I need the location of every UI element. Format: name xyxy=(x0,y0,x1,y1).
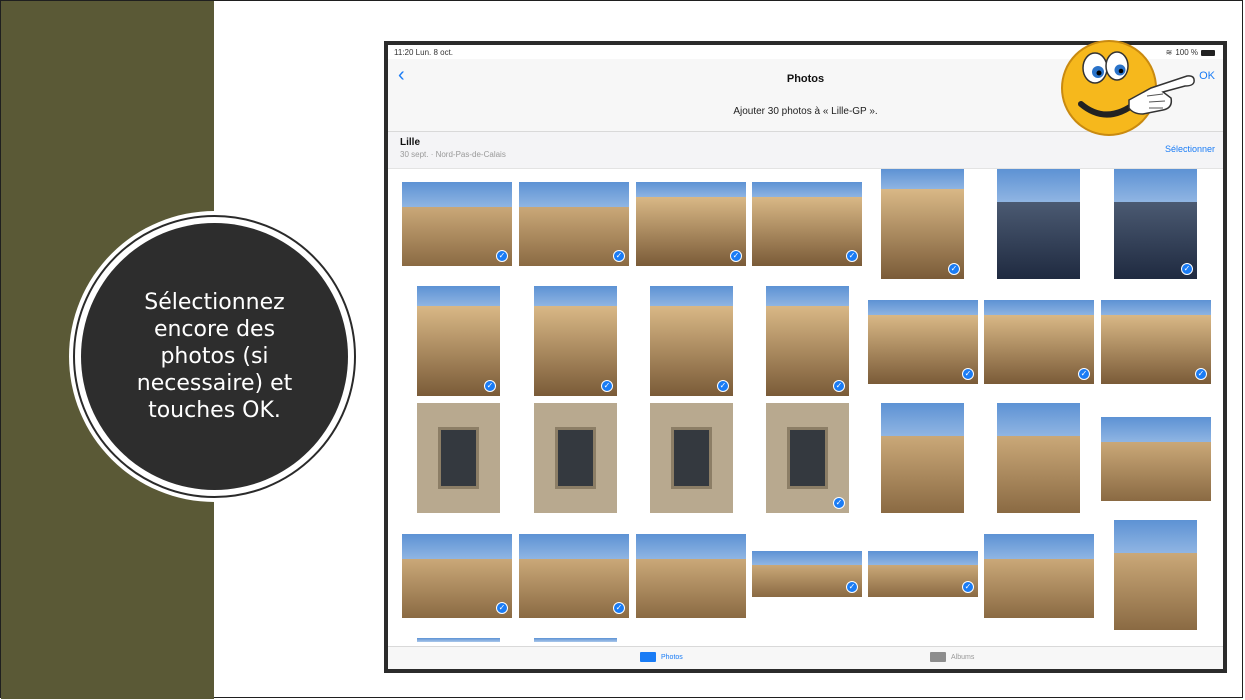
photo-thumbnail[interactable] xyxy=(534,638,617,646)
moment-title: Lille xyxy=(400,137,421,148)
selected-check-icon: ✓ xyxy=(948,263,960,275)
selected-check-icon: ✓ xyxy=(833,497,845,509)
photo-thumbnail[interactable]: ✓ xyxy=(766,403,849,513)
tab-albums[interactable]: Albums xyxy=(930,652,974,662)
status-time-date: 11:20 Lun. 8 oct. xyxy=(394,48,453,57)
selected-check-icon: ✓ xyxy=(613,250,625,262)
status-date: Lun. 8 oct. xyxy=(415,48,454,57)
photo-thumbnail[interactable]: ✓ xyxy=(752,551,862,597)
photo-thumbnail[interactable]: ✓ xyxy=(636,182,746,266)
selected-check-icon: ✓ xyxy=(484,380,496,392)
selected-check-icon: ✓ xyxy=(1181,263,1193,275)
photos-icon xyxy=(640,652,656,662)
photo-thumbnail[interactable]: ✓ xyxy=(519,534,629,618)
photo-thumbnail[interactable] xyxy=(417,403,500,513)
photo-thumbnail[interactable] xyxy=(984,534,1094,618)
select-button[interactable]: Sélectionner xyxy=(1165,144,1215,154)
instruction-circle: Sélectionnez encore des photos (si neces… xyxy=(69,211,360,502)
albums-icon xyxy=(930,652,946,662)
photo-thumbnail[interactable] xyxy=(636,534,746,618)
selected-check-icon: ✓ xyxy=(833,380,845,392)
photo-grid: ✓ ✓ ✓ ✓ ✓ ✓ ✓ ✓ ✓ ✓ ✓ ✓ ✓ ✓ ✓ ✓ ✓ ✓ xyxy=(388,168,1223,646)
tab-bar: Photos Albums xyxy=(388,646,1223,669)
photo-thumbnail[interactable]: ✓ xyxy=(984,300,1094,384)
photo-thumbnail[interactable] xyxy=(1101,417,1211,501)
selected-check-icon: ✓ xyxy=(962,368,974,380)
selected-check-icon: ✓ xyxy=(496,602,508,614)
photo-thumbnail[interactable]: ✓ xyxy=(868,300,978,384)
tab-albums-label: Albums xyxy=(951,653,975,661)
battery-icon xyxy=(1201,49,1215,56)
moment-subtitle: 30 sept. · Nord-Pas-de-Calais xyxy=(400,150,506,159)
selected-check-icon: ✓ xyxy=(962,581,974,593)
photo-thumbnail[interactable] xyxy=(1114,520,1197,630)
selected-check-icon: ✓ xyxy=(846,581,858,593)
photo-thumbnail[interactable]: ✓ xyxy=(868,551,978,597)
selected-check-icon: ✓ xyxy=(613,602,625,614)
tab-photos-label: Photos xyxy=(661,653,683,661)
selected-check-icon: ✓ xyxy=(730,250,742,262)
photo-thumbnail[interactable]: ✓ xyxy=(519,182,629,266)
ipad-screen: 11:20 Lun. 8 oct. ≋ 100 % ‹ Photos OK Aj… xyxy=(388,45,1223,669)
selected-check-icon: ✓ xyxy=(1078,368,1090,380)
ok-button[interactable]: OK xyxy=(1199,70,1215,82)
photo-thumbnail[interactable] xyxy=(881,403,964,513)
tab-photos[interactable]: Photos xyxy=(640,652,683,662)
circle-fill: Sélectionnez encore des photos (si neces… xyxy=(81,223,348,490)
photo-thumbnail[interactable]: ✓ xyxy=(417,286,500,396)
selected-check-icon: ✓ xyxy=(601,380,613,392)
selected-check-icon: ✓ xyxy=(846,250,858,262)
selected-check-icon: ✓ xyxy=(496,250,508,262)
photo-thumbnail[interactable] xyxy=(650,403,733,513)
photo-thumbnail[interactable]: ✓ xyxy=(402,534,512,618)
photo-thumbnail[interactable]: ✓ xyxy=(1114,169,1197,279)
photo-thumbnail[interactable]: ✓ xyxy=(1101,300,1211,384)
photo-thumbnail[interactable] xyxy=(997,403,1080,513)
photo-thumbnail[interactable]: ✓ xyxy=(881,169,964,279)
photo-thumbnail[interactable] xyxy=(417,638,500,646)
photo-thumbnail[interactable] xyxy=(997,169,1080,279)
selected-check-icon: ✓ xyxy=(717,380,729,392)
slide: Sélectionnez encore des photos (si neces… xyxy=(0,0,1243,699)
status-time: 11:20 xyxy=(394,48,414,57)
photo-thumbnail[interactable]: ✓ xyxy=(650,286,733,396)
selected-check-icon: ✓ xyxy=(1195,368,1207,380)
photo-thumbnail[interactable]: ✓ xyxy=(534,286,617,396)
photo-thumbnail[interactable]: ✓ xyxy=(752,182,862,266)
photo-thumbnail[interactable]: ✓ xyxy=(766,286,849,396)
photo-thumbnail[interactable] xyxy=(534,403,617,513)
photo-thumbnail[interactable]: ✓ xyxy=(402,182,512,266)
smiley-pointing-icon xyxy=(1061,40,1195,136)
instruction-text: Sélectionnez encore des photos (si neces… xyxy=(136,290,293,423)
